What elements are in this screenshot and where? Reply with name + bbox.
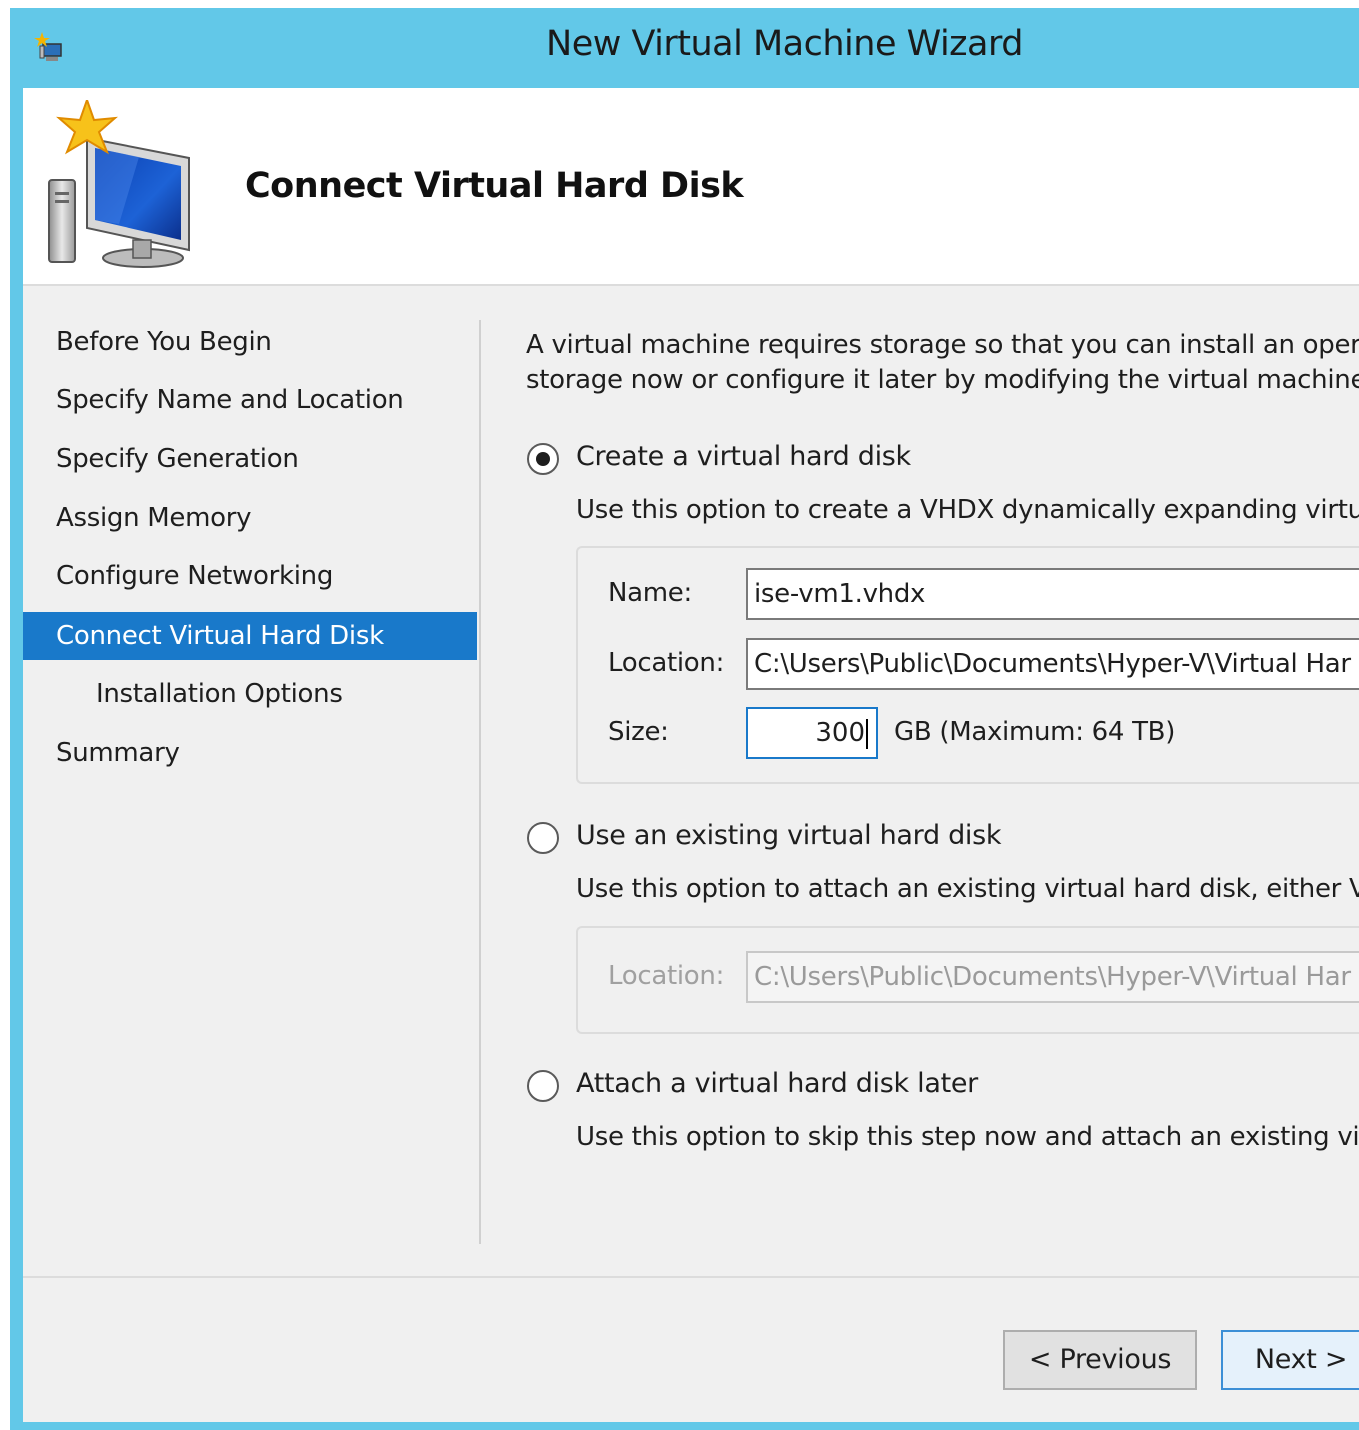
nav-item-connect-virtual-hard-disk[interactable]: Connect Virtual Hard Disk	[23, 612, 477, 660]
attach-later-description: Use this option to skip this step now an…	[576, 1122, 1359, 1152]
title-bar[interactable]: New Virtual Machine Wizard	[10, 8, 1359, 88]
nav-item-assign-memory[interactable]: Assign Memory	[23, 494, 477, 542]
create-vhd-label: Create a virtual hard disk	[576, 441, 911, 472]
nav-divider	[479, 320, 481, 1244]
nav-item-specify-generation[interactable]: Specify Generation	[23, 435, 477, 483]
existing-vhd-group: Location: C:\Users\Public\Documents\Hype…	[576, 926, 1359, 1034]
footer-divider	[23, 1276, 1359, 1278]
vhd-size-input[interactable]: 300	[746, 707, 878, 759]
window-title: New Virtual Machine Wizard	[546, 24, 1023, 64]
wizard-window: New Virtual Machine Wizard Connect Virtu…	[10, 8, 1359, 1430]
attach-later-radio[interactable]	[527, 1070, 559, 1102]
existing-location-label: Location:	[608, 961, 725, 991]
main-content: A virtual machine requires storage so th…	[526, 328, 1359, 1228]
hyper-v-app-icon	[34, 32, 62, 61]
vhd-location-input[interactable]: C:\Users\Public\Documents\Hyper-V\Virtua…	[746, 638, 1359, 690]
location-label: Location:	[608, 648, 725, 678]
next-button[interactable]: Next >	[1221, 1330, 1359, 1390]
wizard-body: Connect Virtual Hard Disk Before You Beg…	[23, 88, 1359, 1422]
create-vhd-radio[interactable]	[527, 443, 559, 475]
radio-selected-dot	[536, 452, 550, 466]
page-description: A virtual machine requires storage so th…	[526, 330, 1359, 395]
attach-later-option[interactable]: Attach a virtual hard disk later	[526, 1068, 1359, 1104]
wizard-header: Connect Virtual Hard Disk	[23, 88, 1359, 286]
previous-button[interactable]: < Previous	[1003, 1330, 1197, 1390]
create-vhd-group: Name: ise-vm1.vhdx Location: C:\Users\Pu…	[576, 546, 1359, 784]
existing-vhd-radio[interactable]	[527, 822, 559, 854]
nav-item-specify-name-and-location[interactable]: Specify Name and Location	[23, 376, 477, 424]
create-vhd-option[interactable]: Create a virtual hard disk	[526, 441, 1359, 477]
existing-vhd-label: Use an existing virtual hard disk	[576, 820, 1002, 851]
existing-vhd-location-input[interactable]: C:\Users\Public\Documents\Hyper-V\Virtua…	[746, 951, 1359, 1003]
existing-vhd-description: Use this option to attach an existing vi…	[576, 874, 1359, 904]
vhd-size-value: 300	[815, 718, 865, 748]
size-label: Size:	[608, 717, 669, 747]
vhd-name-input[interactable]: ise-vm1.vhdx	[746, 568, 1359, 620]
name-label: Name:	[608, 578, 692, 608]
nav-item-installation-options[interactable]: Installation Options	[23, 670, 477, 718]
nav-item-before-you-begin[interactable]: Before You Begin	[23, 318, 477, 366]
nav-item-configure-networking[interactable]: Configure Networking	[23, 552, 477, 600]
size-unit-label: GB (Maximum: 64 TB)	[894, 717, 1176, 747]
nav-item-summary[interactable]: Summary	[23, 729, 477, 777]
existing-vhd-option[interactable]: Use an existing virtual hard disk	[526, 820, 1359, 856]
create-vhd-description: Use this option to create a VHDX dynamic…	[576, 495, 1359, 525]
attach-later-label: Attach a virtual hard disk later	[576, 1068, 978, 1099]
new-virtual-machine-icon	[48, 100, 190, 268]
page-title: Connect Virtual Hard Disk	[245, 166, 744, 206]
text-caret	[866, 718, 868, 749]
